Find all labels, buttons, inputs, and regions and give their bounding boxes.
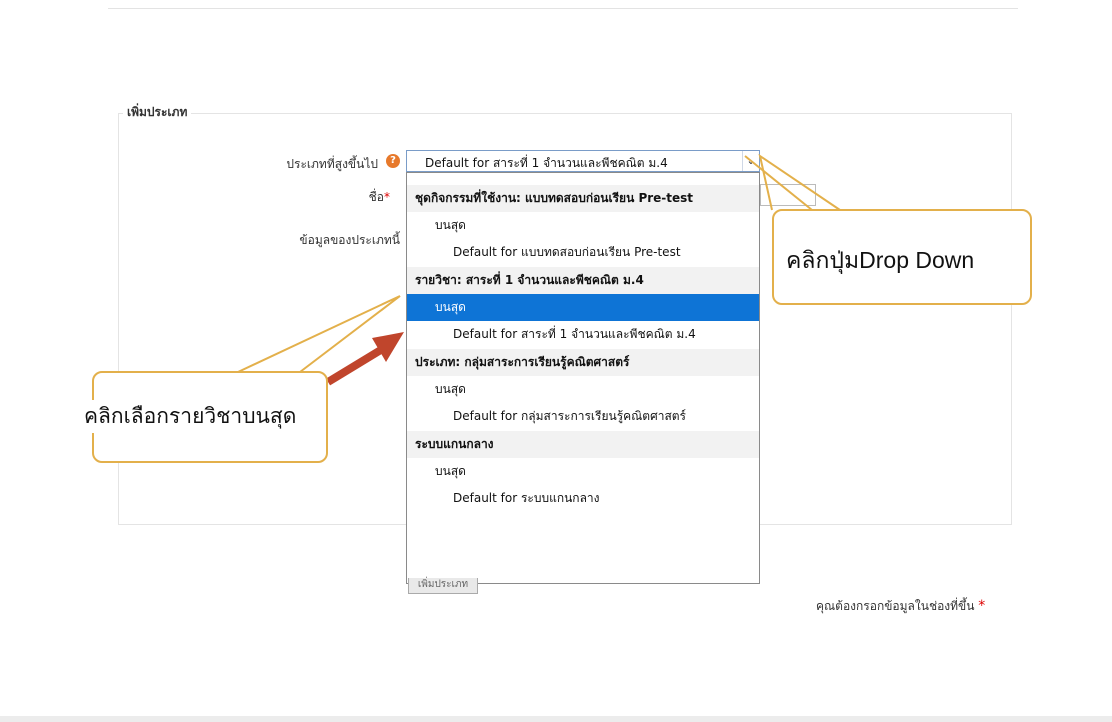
select-callout-pointer [237,295,401,373]
select-callout-text: คลิกเลือกรายวิชาบนสุด [80,400,301,433]
annotation-overlay [237,153,841,386]
red-arrow-shaft [325,344,387,386]
dropdown-callout-text: คลิกปุ่มDrop Down [786,247,975,273]
red-arrow-head [372,332,404,362]
bottom-divider [0,716,1112,722]
dropdown-callout-pointer [758,153,841,211]
dropdown-callout-pointer-inner [744,155,813,211]
